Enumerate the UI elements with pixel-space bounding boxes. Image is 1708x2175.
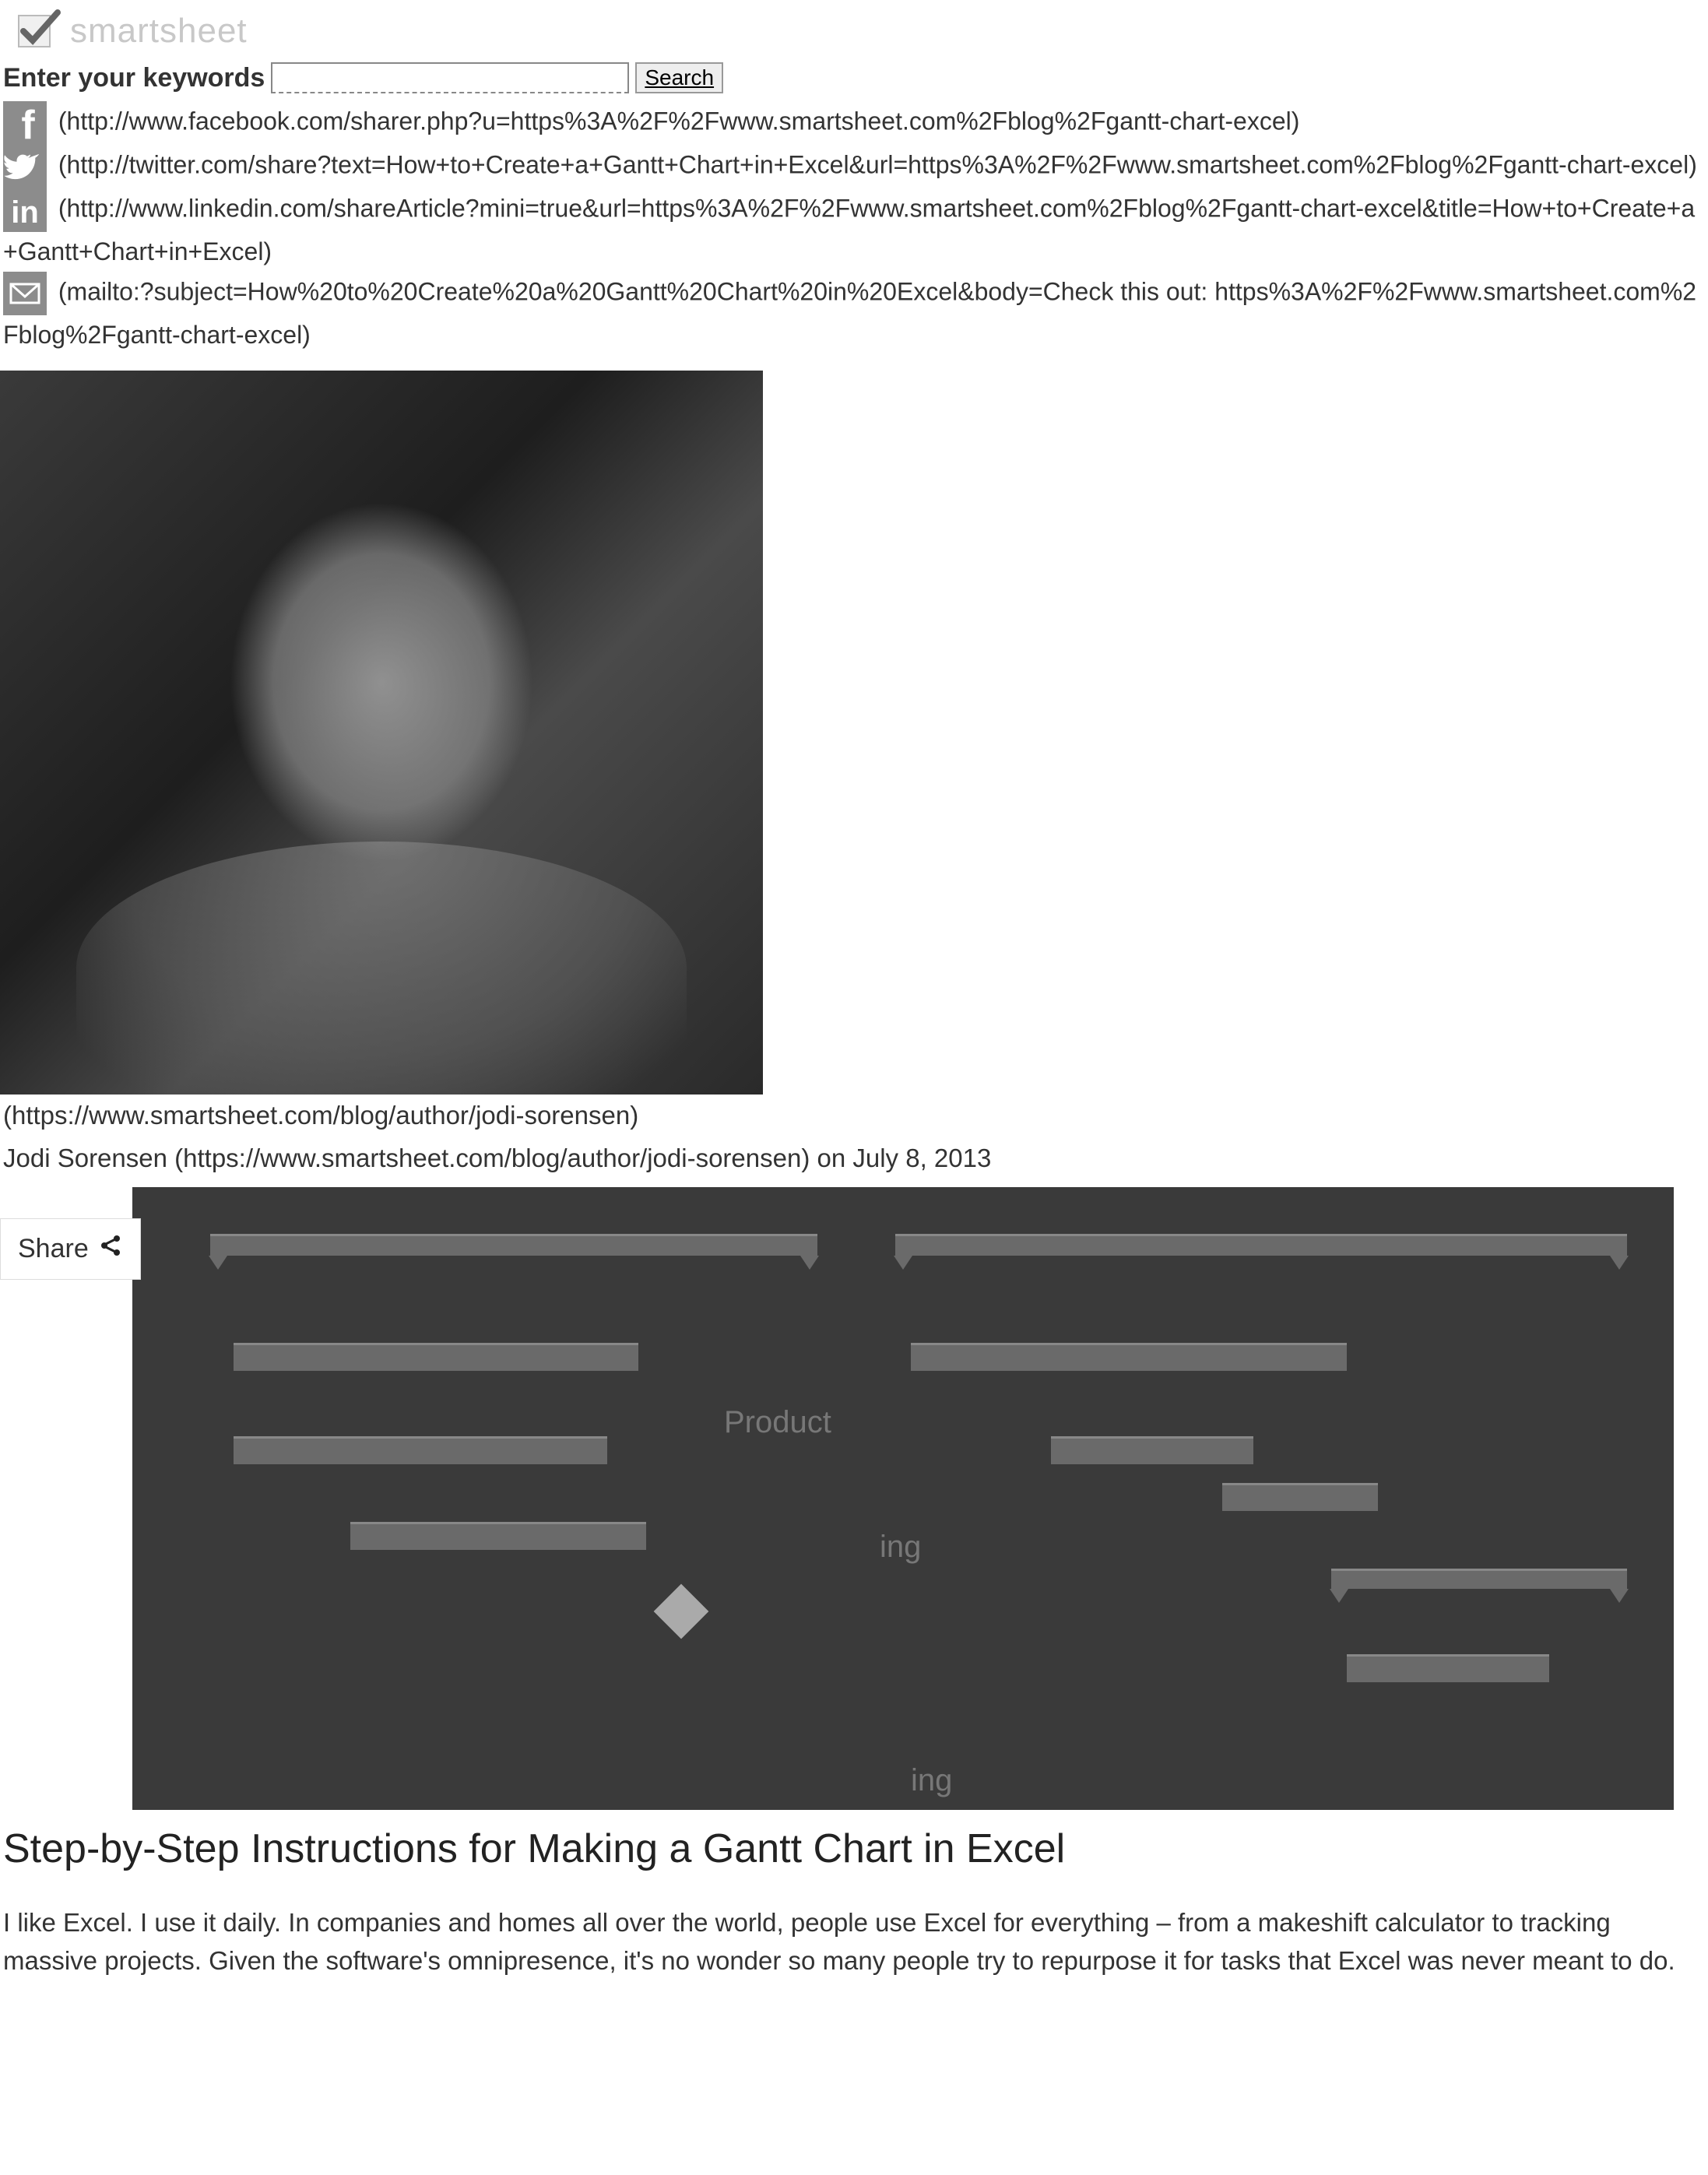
linkedin-icon: in bbox=[3, 188, 47, 232]
hero-section: Share Product ing ing bbox=[0, 1187, 1708, 1810]
share-twitter[interactable]: (http://twitter.com/share?text=How+to+Cr… bbox=[3, 145, 1705, 188]
author-byline: Jodi Sorensen (https://www.smartsheet.co… bbox=[0, 1137, 1708, 1179]
share-tab-label: Share bbox=[18, 1234, 89, 1264]
share-facebook-url: (http://www.facebook.com/sharer.php?u=ht… bbox=[58, 107, 1299, 135]
author-profile-url[interactable]: (https://www.smartsheet.com/blog/author/… bbox=[0, 1095, 1708, 1137]
svg-text:f: f bbox=[21, 103, 35, 145]
svg-text:in: in bbox=[11, 195, 39, 230]
hero-text-ing1: ing bbox=[880, 1530, 921, 1565]
share-twitter-url: (http://twitter.com/share?text=How+to+Cr… bbox=[58, 150, 1697, 178]
site-logo[interactable]: smartsheet bbox=[16, 8, 248, 54]
twitter-icon bbox=[3, 145, 47, 188]
search-input[interactable] bbox=[271, 62, 629, 93]
gantt-hero-image: Product ing ing bbox=[132, 1187, 1674, 1810]
search-button[interactable]: Search bbox=[635, 62, 723, 93]
share-email-url: (mailto:?subject=How%20to%20Create%20a%2… bbox=[3, 278, 1696, 350]
email-icon bbox=[3, 272, 47, 315]
facebook-icon: f bbox=[3, 101, 47, 145]
search-form: Enter your keywords Search bbox=[0, 62, 1708, 101]
share-linkedin[interactable]: in (http://www.linkedin.com/shareArticle… bbox=[3, 188, 1705, 272]
author-photo[interactable] bbox=[0, 371, 763, 1095]
share-facebook[interactable]: f (http://www.facebook.com/sharer.php?u=… bbox=[3, 101, 1705, 145]
hero-text-ing2: ing bbox=[911, 1763, 952, 1798]
search-label: Enter your keywords bbox=[3, 63, 265, 93]
social-share-links: f (http://www.facebook.com/sharer.php?u=… bbox=[0, 101, 1708, 355]
article-heading: Step-by-Step Instructions for Making a G… bbox=[3, 1825, 1705, 1872]
hero-text-product: Product bbox=[724, 1405, 831, 1440]
brand-name: smartsheet bbox=[70, 12, 248, 51]
share-tab[interactable]: Share bbox=[0, 1218, 141, 1280]
site-header: smartsheet bbox=[0, 0, 1708, 62]
share-icon bbox=[98, 1233, 123, 1265]
article-paragraph: I like Excel. I use it daily. In compani… bbox=[3, 1903, 1705, 1980]
share-email[interactable]: (mailto:?subject=How%20to%20Create%20a%2… bbox=[3, 272, 1705, 355]
share-linkedin-url: (http://www.linkedin.com/shareArticle?mi… bbox=[3, 194, 1695, 265]
checkmark-icon bbox=[16, 8, 62, 54]
